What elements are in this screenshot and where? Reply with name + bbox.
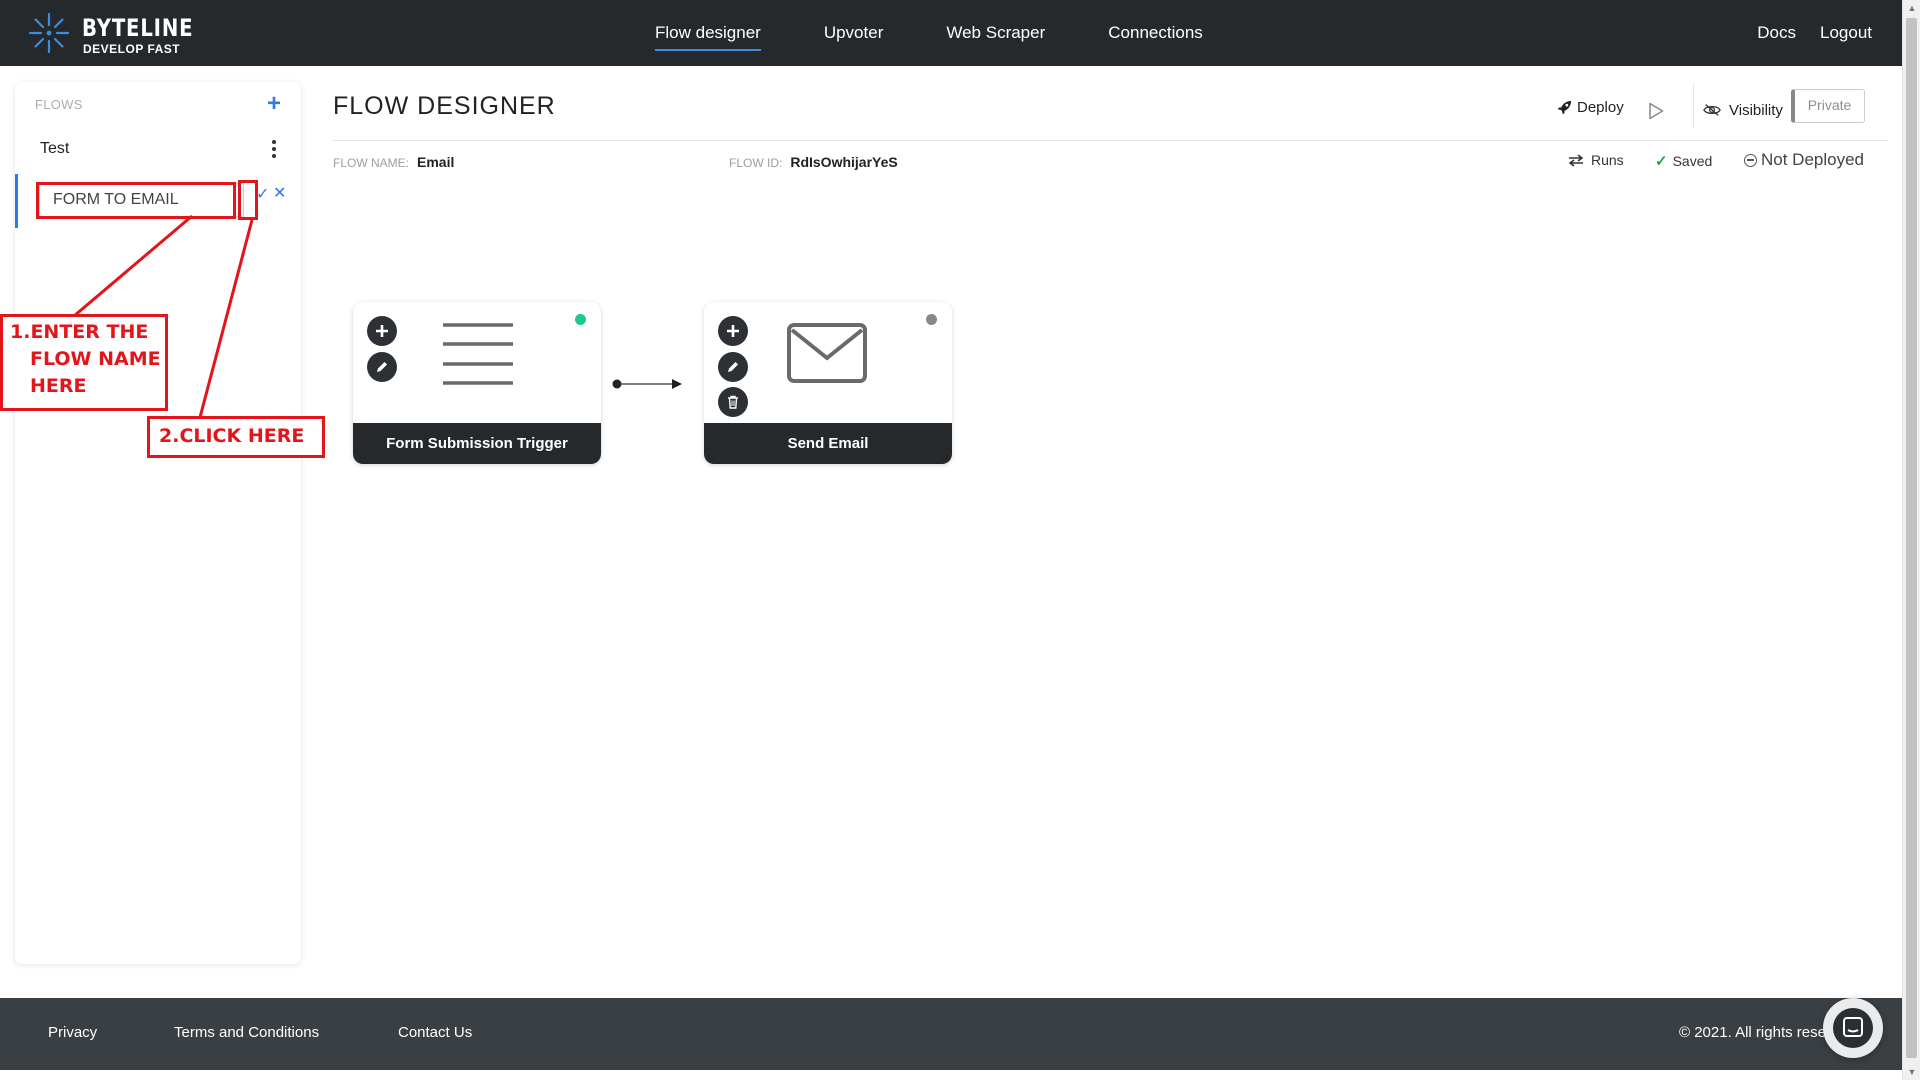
node-label: Send Email xyxy=(704,423,952,464)
edit-node-button[interactable] xyxy=(718,352,748,382)
annotation-check-highlight xyxy=(238,180,258,220)
flow-id-value: RdIsOwhijarYeS xyxy=(790,154,898,170)
rocket-icon xyxy=(1557,100,1572,114)
delete-node-button[interactable] xyxy=(718,387,748,417)
play-icon[interactable] xyxy=(1648,96,1664,126)
swap-arrows-icon xyxy=(1568,153,1584,167)
deploy-status-label: Not Deployed xyxy=(1761,150,1865,169)
footer-privacy-link[interactable]: Privacy xyxy=(48,1024,97,1041)
plus-icon xyxy=(727,325,739,337)
status-dot xyxy=(926,314,937,325)
edit-node-button[interactable] xyxy=(367,352,397,382)
annotation-step2: 2.CLICK HERE xyxy=(147,416,325,458)
pencil-icon xyxy=(377,362,387,372)
nav-docs[interactable]: Docs xyxy=(1757,0,1796,66)
nav-connections[interactable]: Connections xyxy=(1108,0,1203,66)
vertical-scrollbar[interactable]: ▲ ▼ xyxy=(1902,0,1920,1080)
chat-launcher-button[interactable] xyxy=(1823,998,1883,1058)
add-node-button[interactable] xyxy=(367,316,397,346)
check-icon: ✓ xyxy=(1655,153,1668,170)
nav-flow-designer[interactable]: Flow designer xyxy=(655,0,761,66)
nav-upvoter[interactable]: Upvoter xyxy=(824,0,884,66)
status-dot xyxy=(575,314,586,325)
flow-name-label: FLOW NAME: xyxy=(333,156,410,170)
flow-name-meta: FLOW NAME: Email xyxy=(333,154,454,170)
chat-bubble-icon xyxy=(1843,1017,1863,1037)
form-lines-icon xyxy=(443,323,513,385)
eye-slash-icon xyxy=(1703,104,1721,116)
connector-arrow-icon xyxy=(612,379,682,389)
deploy-button[interactable]: Deploy xyxy=(1557,92,1624,122)
visibility-toggle[interactable]: Visibility xyxy=(1703,95,1783,125)
flow-id-meta: FLOW ID: RdIsOwhijarYeS xyxy=(729,154,898,170)
scroll-down-arrow-icon[interactable]: ▼ xyxy=(1903,1064,1920,1080)
annotation-step1-line2: FLOW NAME xyxy=(30,348,161,370)
minus-circle-icon xyxy=(1744,153,1757,167)
nav-logout[interactable]: Logout xyxy=(1820,0,1872,66)
footer-copyright: © 2021. All rights reser xyxy=(1679,1024,1831,1041)
header-divider xyxy=(333,140,1888,141)
page-title: FLOW DESIGNER xyxy=(333,92,556,120)
node-label: Form Submission Trigger xyxy=(353,423,601,464)
envelope-icon xyxy=(787,323,867,383)
private-button[interactable]: Private xyxy=(1791,89,1865,123)
plus-icon xyxy=(376,325,388,337)
chat-icon xyxy=(1833,1008,1873,1048)
deploy-status: Not Deployed xyxy=(1744,150,1864,170)
toolbar-divider xyxy=(1693,84,1694,128)
trash-icon xyxy=(728,395,738,409)
nav-right: Docs Logout xyxy=(1733,0,1872,66)
page-footer: Privacy Terms and Conditions Contact Us … xyxy=(0,998,1902,1070)
flow-id-label: FLOW ID: xyxy=(729,156,783,170)
scrollbar-thumb[interactable] xyxy=(1906,18,1917,1058)
saved-status: ✓ Saved xyxy=(1655,152,1712,170)
pencil-icon xyxy=(728,362,738,372)
flow-node-trigger[interactable]: Form Submission Trigger xyxy=(353,302,601,464)
annotation-input-highlight xyxy=(36,182,236,219)
scroll-up-arrow-icon[interactable]: ▲ xyxy=(1903,0,1920,16)
runs-label: Runs xyxy=(1591,152,1624,168)
runs-button[interactable]: Runs xyxy=(1568,152,1624,168)
flow-name-value: Email xyxy=(417,154,455,170)
main-nav: Flow designer Upvoter Web Scraper Connec… xyxy=(655,0,1266,66)
saved-label: Saved xyxy=(1672,153,1713,169)
visibility-label: Visibility xyxy=(1729,101,1783,119)
annotation-step1: 1.ENTER THE FLOW NAME HERE xyxy=(0,314,168,411)
annotation-step1-line3: HERE xyxy=(30,375,87,397)
flow-node-send-email[interactable]: Send Email xyxy=(704,302,952,464)
nav-web-scraper[interactable]: Web Scraper xyxy=(946,0,1045,66)
footer-terms-link[interactable]: Terms and Conditions xyxy=(174,1024,319,1041)
annotation-step1-line1: 1.ENTER THE xyxy=(10,321,149,343)
deploy-label: Deploy xyxy=(1577,98,1624,116)
add-node-button[interactable] xyxy=(718,316,748,346)
footer-contact-link[interactable]: Contact Us xyxy=(398,1024,472,1041)
